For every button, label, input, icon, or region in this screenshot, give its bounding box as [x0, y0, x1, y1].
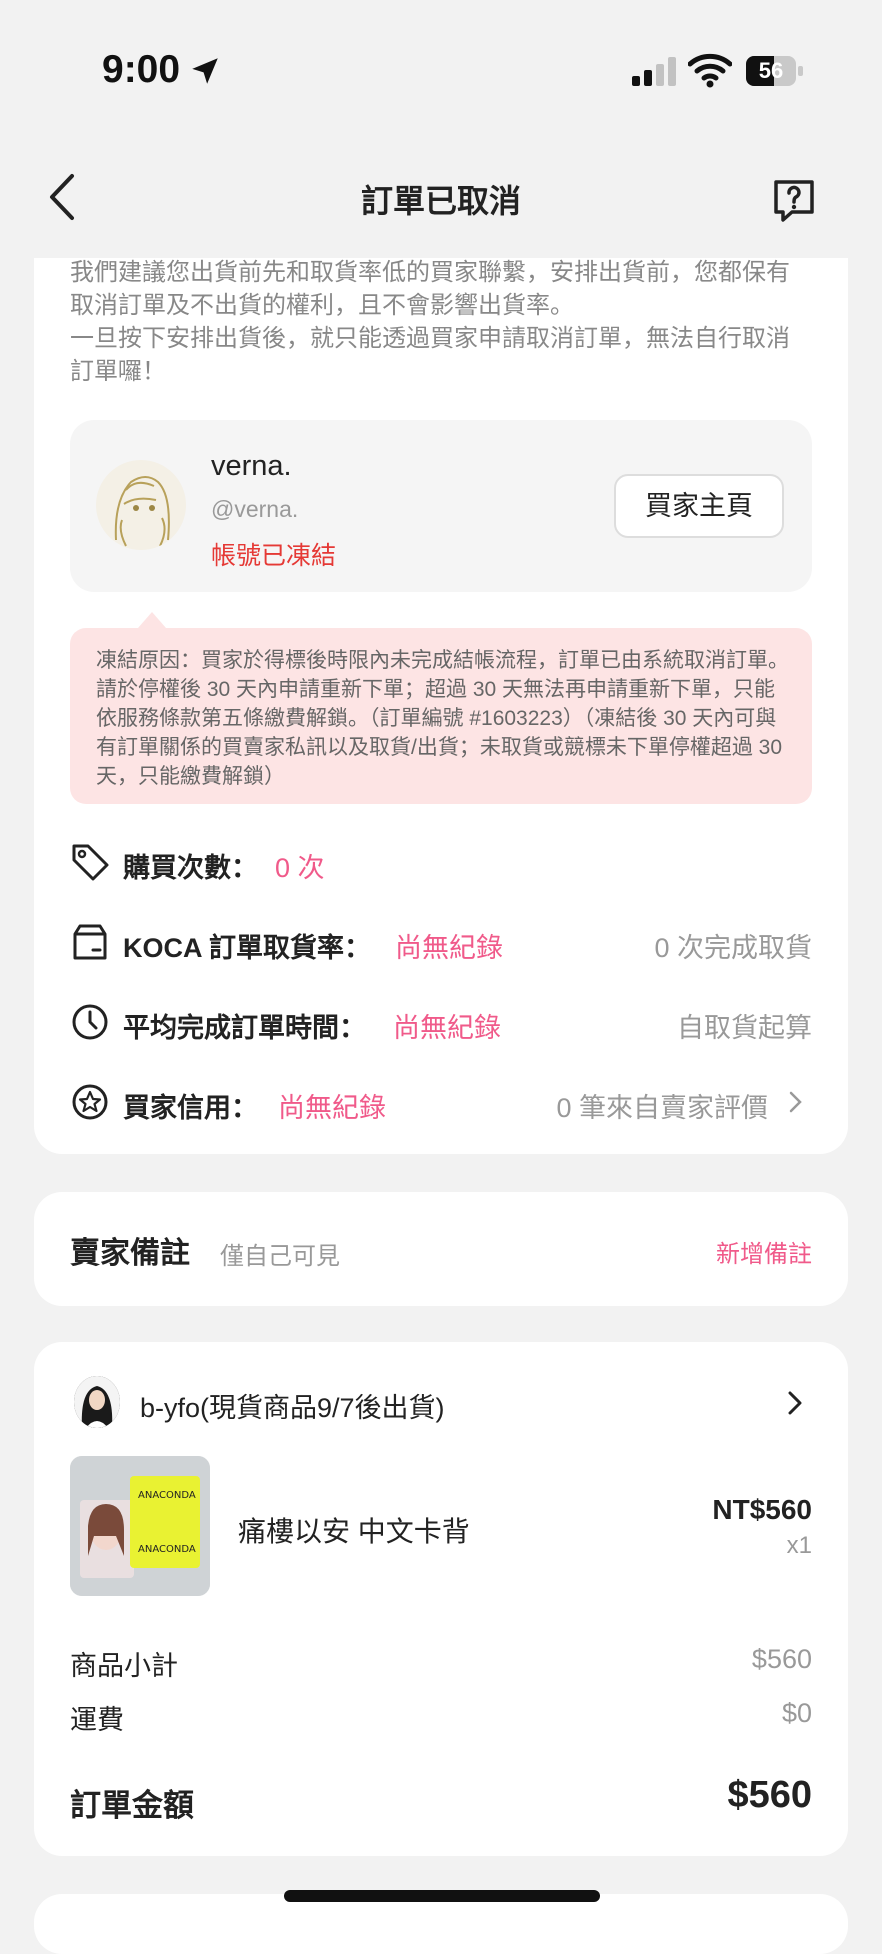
clock-icon	[72, 1004, 108, 1040]
status-time: 9:00	[102, 48, 181, 91]
pickup-rate-value: 尚無紀錄	[395, 933, 503, 963]
seller-avatar[interactable]	[74, 1376, 120, 1428]
freeze-reason-text: 凍結原因：買家於得標後時限內未完成結帳流程，訂單已由系統取消訂單。請於停權後 3…	[96, 649, 789, 788]
purchase-count-value: 0 次	[275, 853, 325, 883]
buyer-handle: @verna.	[211, 496, 299, 522]
shipping-notice: 我們建議您出貨前先和取貨率低的買家聯繫，安排出貨前，您都保有取消訂單及不出貨的權…	[70, 256, 810, 388]
pickup-count-text: 0 次完成取貨	[654, 933, 812, 963]
seller-review-count: 0 筆來自賣家評價	[556, 1093, 768, 1123]
page-title: 訂單已取消	[360, 183, 521, 219]
seller-note-title: 賣家備註	[70, 1237, 190, 1270]
chevron-right-icon[interactable]	[786, 1390, 806, 1416]
tooltip-arrow	[138, 612, 166, 628]
next-card	[34, 1894, 848, 1954]
pickup-rate-row: KOCA 訂單取貨率： 尚無紀錄 0 次完成取貨	[70, 918, 812, 968]
box-icon	[73, 924, 107, 960]
svg-text:ANACONDA: ANACONDA	[138, 1490, 196, 1501]
purchase-count-label: 購買次數：	[123, 853, 258, 883]
buyer-credit-label: 買家信用：	[123, 1093, 258, 1123]
svg-text:ANACONDA: ANACONDA	[138, 1544, 196, 1555]
add-note-button[interactable]: 新增備註	[716, 1234, 812, 1269]
cellular-signal-icon	[632, 57, 676, 86]
purchase-count-row: 購買次數： 0 次	[70, 838, 812, 888]
buyer-profile-button[interactable]: 買家主頁	[614, 474, 784, 538]
avg-order-time-label: 平均完成訂單時間：	[123, 1013, 366, 1043]
avg-order-time-value: 尚無紀錄	[393, 1013, 501, 1043]
wifi-icon	[688, 53, 732, 88]
seller-shop-name[interactable]: b-yfo(現貨商品9/7後出貨)	[140, 1386, 445, 1425]
product-image[interactable]: ANACONDA ANACONDA	[70, 1456, 210, 1596]
notice-line-1: 我們建議您出貨前先和取貨率低的買家聯繫，安排出貨前，您都保有取消訂單及不出貨的權…	[70, 259, 790, 319]
product-name: 痛樓以安 中文卡背	[238, 1516, 470, 1547]
product-quantity: x1	[786, 1532, 812, 1559]
product-price: NT$560	[712, 1494, 812, 1525]
pickup-rate-label: KOCA 訂單取貨率：	[123, 933, 371, 963]
chevron-right-icon[interactable]	[788, 1090, 804, 1114]
home-indicator	[284, 1890, 600, 1902]
help-question-icon[interactable]	[770, 176, 818, 224]
subtotal-value: $560	[751, 1644, 812, 1674]
subtotal-label: 商品小計	[70, 1651, 178, 1681]
battery-indicator: 56	[746, 56, 804, 88]
shipping-value: $0	[781, 1698, 812, 1728]
order-total-label: 訂單金額	[70, 1788, 194, 1823]
buyer-credit-value: 尚無紀錄	[278, 1093, 386, 1123]
seller-note-subtitle: 僅自己可見	[220, 1243, 340, 1270]
avg-time-note: 自取貨起算	[677, 1013, 812, 1043]
location-arrow-icon	[192, 58, 218, 84]
buyer-name: verna.	[211, 450, 292, 482]
order-total-value: $560	[727, 1774, 812, 1816]
star-badge-icon	[72, 1084, 108, 1120]
battery-percent: 56	[758, 58, 784, 83]
buyer-credit-row[interactable]: 買家信用： 尚無紀錄 0 筆來自賣家評價	[70, 1078, 812, 1128]
shipping-label: 運費	[70, 1705, 124, 1735]
tag-icon	[72, 844, 109, 881]
notice-line-2: 一旦按下安排出貨後，就只能透過買家申請取消訂單，無法自行取消訂單囉！	[70, 325, 790, 385]
avg-order-time-row: 平均完成訂單時間： 尚無紀錄 自取貨起算	[70, 998, 812, 1048]
account-frozen-status: 帳號已凍結	[211, 542, 337, 570]
buyer-avatar[interactable]	[96, 460, 186, 550]
